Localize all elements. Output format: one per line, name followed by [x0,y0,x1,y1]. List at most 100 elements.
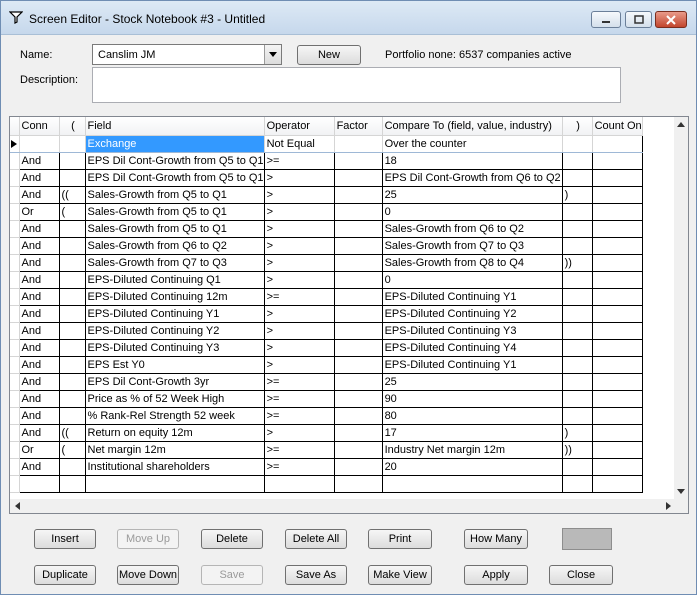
conn-cell[interactable]: And [19,152,60,170]
close-paren-cell[interactable] [562,356,593,374]
open-paren-cell[interactable] [59,288,86,306]
open-paren-cell[interactable] [59,135,86,153]
table-row[interactable]: And Institutional shareholders >= 20 [10,458,643,476]
count-on-cell[interactable] [592,305,643,323]
count-on-cell[interactable] [592,424,643,442]
insert-button[interactable]: Insert [34,529,96,549]
compare-to-cell[interactable]: Sales-Growth from Q6 to Q2 [382,220,563,238]
count-on-cell[interactable] [592,322,643,340]
row-indicator[interactable] [10,390,20,408]
count-on-cell[interactable] [592,475,643,493]
compare-to-cell[interactable]: 17 [382,424,563,442]
close-paren-cell[interactable]: )) [562,441,593,459]
factor-cell[interactable] [334,407,383,425]
compare-to-cell[interactable]: EPS-Diluted Continuing Y4 [382,339,563,357]
table-row[interactable]: And EPS-Diluted Continuing Q1 >0 [10,271,643,289]
conn-cell[interactable]: And [19,390,60,408]
field-cell[interactable]: EPS-Diluted Continuing Y2 [85,322,265,340]
column-header-compare-to[interactable]: Compare To (field, value, industry) [382,117,563,136]
compare-to-cell[interactable]: EPS-Diluted Continuing Y3 [382,322,563,340]
table-row[interactable]: And EPS-Diluted Continuing Y3 > EPS-Diluted… [10,339,643,357]
operator-cell[interactable]: > [264,186,335,204]
close-paren-cell[interactable] [562,271,593,289]
compare-to-cell[interactable]: Sales-Growth from Q7 to Q3 [382,237,563,255]
table-row[interactable]: Or(Sales-Growth from Q5 to Q1 >0 [10,203,643,221]
conn-cell[interactable]: Or [19,441,60,459]
compare-to-cell[interactable]: Over the counter [382,135,563,153]
row-indicator[interactable] [10,424,20,442]
open-paren-cell[interactable] [59,271,86,289]
field-cell[interactable]: EPS Dil Cont-Growth from Q5 to Q1 [85,169,265,187]
operator-cell[interactable]: > [264,203,335,221]
maximize-button[interactable] [625,11,652,28]
open-paren-cell[interactable] [59,356,86,374]
count-on-cell[interactable] [592,458,643,476]
operator-cell[interactable]: >= [264,407,335,425]
factor-cell[interactable] [334,237,383,255]
row-indicator[interactable] [10,305,20,323]
conn-cell[interactable]: And [19,356,60,374]
table-row[interactable]: And EPS-Diluted Continuing 12m >= EPS-Dilut… [10,288,643,306]
row-indicator[interactable] [10,373,20,391]
scroll-left-icon[interactable] [15,502,20,510]
count-on-cell[interactable] [592,254,643,272]
conn-cell[interactable]: And [19,424,60,442]
factor-cell[interactable] [334,475,383,493]
make-view-button[interactable]: Make View [368,565,432,585]
save-button[interactable]: Save [201,565,263,585]
row-indicator[interactable] [10,169,20,187]
count-on-cell[interactable] [592,390,643,408]
open-paren-cell[interactable] [59,373,86,391]
conn-cell[interactable]: And [19,169,60,187]
table-row[interactable]: And % Rank-Rel Strength 52 week >= 80 [10,407,643,425]
delete-button[interactable]: Delete [201,529,263,549]
operator-cell[interactable]: >= [264,458,335,476]
field-cell[interactable]: EPS Dil Cont-Growth from Q5 to Q1 [85,152,265,170]
operator-cell[interactable] [264,475,335,493]
row-indicator[interactable] [10,322,20,340]
field-cell[interactable]: EPS-Diluted Continuing Y1 [85,305,265,323]
close-paren-cell[interactable] [562,220,593,238]
table-row[interactable]: Exchange Not Equal Over the counter [10,135,643,153]
compare-to-cell[interactable]: Sales-Growth from Q8 to Q4 [382,254,563,272]
close-paren-cell[interactable]: ) [562,186,593,204]
print-button[interactable]: Print [368,529,432,549]
count-on-cell[interactable] [592,152,643,170]
scroll-down-icon[interactable] [677,489,685,494]
factor-cell[interactable] [334,441,383,459]
column-header-count-on[interactable]: Count On [592,117,643,136]
operator-cell[interactable]: >= [264,390,335,408]
count-on-cell[interactable] [592,135,643,153]
description-field[interactable] [92,67,621,103]
count-on-cell[interactable] [592,407,643,425]
open-paren-cell[interactable] [59,220,86,238]
compare-to-cell[interactable]: EPS Dil Cont-Growth from Q6 to Q2 [382,169,563,187]
table-row[interactable]: And EPS Dil Cont-Growth 3yr >= 25 [10,373,643,391]
count-on-cell[interactable] [592,186,643,204]
column-header-field[interactable]: Field [85,117,265,136]
open-paren-cell[interactable] [59,407,86,425]
open-paren-cell[interactable] [59,390,86,408]
open-paren-cell[interactable]: (( [59,186,86,204]
count-on-cell[interactable] [592,237,643,255]
operator-cell[interactable]: >= [264,288,335,306]
table-row[interactable] [10,475,643,493]
field-cell[interactable] [85,475,265,493]
apply-button[interactable]: Apply [464,565,528,585]
factor-cell[interactable] [334,186,383,204]
factor-cell[interactable] [334,288,383,306]
operator-cell[interactable]: > [264,169,335,187]
move-down-button[interactable]: Move Down [117,565,179,585]
row-indicator[interactable] [10,254,20,272]
conn-cell[interactable]: And [19,339,60,357]
compare-to-cell[interactable] [382,475,563,493]
close-paren-cell[interactable] [562,475,593,493]
compare-to-cell[interactable]: 80 [382,407,563,425]
scroll-up-icon[interactable] [677,122,685,127]
count-on-cell[interactable] [592,271,643,289]
operator-cell[interactable]: > [264,271,335,289]
row-indicator[interactable] [10,271,20,289]
duplicate-button[interactable]: Duplicate [34,565,96,585]
operator-cell[interactable]: > [264,254,335,272]
move-up-button[interactable]: Move Up [117,529,179,549]
